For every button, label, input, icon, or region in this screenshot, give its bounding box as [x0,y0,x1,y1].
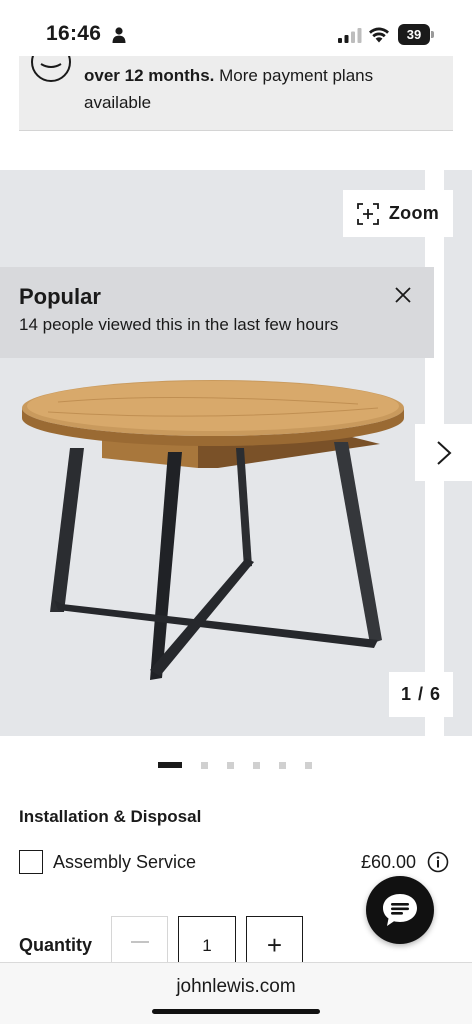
pagination-dot[interactable] [305,761,312,769]
minus-icon [130,941,149,943]
payment-plan-banner[interactable]: over 12 months. More payment plans avail… [19,56,453,131]
chevron-right-icon [436,440,451,465]
quantity-label: Quantity [19,935,93,955]
chat-button[interactable] [366,876,434,944]
popular-notice: Popular 14 people viewed this in the las… [0,267,434,358]
pagination-dot[interactable] [201,761,208,769]
pagination-dot-active[interactable] [158,762,182,768]
person-icon [112,27,126,43]
image-counter: 1 / 6 [389,672,453,717]
zoom-button[interactable]: Zoom [343,190,453,237]
assembly-service-label[interactable]: Assembly Service [53,852,196,873]
battery-level: 39 [398,24,430,45]
status-time: 16:46 [46,22,102,45]
battery-cap [431,31,434,38]
pagination-dot[interactable] [253,761,260,769]
payment-plan-text-line2: available [84,93,152,112]
pagination-dot[interactable] [227,761,234,769]
product-image-gallery[interactable]: Zoom Popular 14 people viewed this in th… [0,170,472,736]
payment-plan-text: over 12 months. More payment plans [84,66,373,86]
next-image-button[interactable] [415,424,472,481]
quantity-increase-button[interactable]: + [246,916,303,968]
info-icon[interactable] [427,851,449,873]
zoom-label: Zoom [388,203,440,223]
popular-title: Popular [19,284,101,309]
close-icon[interactable] [393,285,413,305]
assembly-service-price: £60.00 [361,852,417,872]
popular-subtitle: 14 people viewed this in the last few ho… [19,315,339,334]
home-indicator [152,1009,320,1014]
url-text[interactable]: johnlewis.com [0,976,472,998]
gallery-pagination[interactable] [158,761,331,769]
payment-plan-rest: More payment plans [214,66,374,85]
zoom-expand-icon [356,202,379,225]
cellular-signal-icon [338,28,362,43]
quantity-decrease-button[interactable] [111,916,168,968]
assembly-service-checkbox[interactable] [19,850,43,874]
pagination-dot[interactable] [279,761,286,769]
quantity-input[interactable]: 1 [178,916,236,968]
payment-plan-bold: over 12 months. [84,66,215,85]
browser-address-bar[interactable]: johnlewis.com [0,962,472,1024]
installation-heading: Installation & Disposal [19,807,202,826]
battery-indicator: 39 [398,24,434,45]
chat-bubble-icon [383,894,417,926]
wifi-icon [369,27,389,43]
product-image-round-dining-table [22,380,404,680]
payment-calendar-icon [31,56,71,82]
